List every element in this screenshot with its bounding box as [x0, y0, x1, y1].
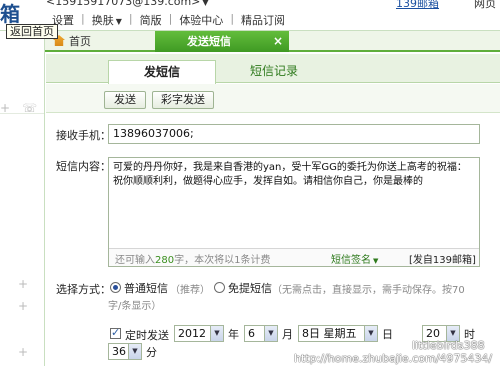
- minute-value: 36: [112, 345, 126, 358]
- chevron-down-icon: ▼: [115, 17, 122, 26]
- chevron-down-icon: ▼: [128, 344, 141, 359]
- color-sms-button[interactable]: 彩字发送: [152, 91, 214, 109]
- month-unit: 月: [282, 328, 293, 341]
- nav-experience[interactable]: 体验中心: [176, 12, 226, 28]
- message-footer: 还可输入280字，本次将以1条计费 短信签名 ▼ [发自139邮箱]: [109, 248, 479, 266]
- sub-tabs: 发短信 短信记录: [46, 54, 500, 84]
- tab-send-sms[interactable]: 发送短信 ×: [155, 31, 289, 52]
- sidebar-divider: [0, 113, 44, 114]
- counter-suffix: 字，本次将以1条计费: [174, 255, 271, 266]
- schedule-checkbox[interactable]: [110, 326, 121, 339]
- free-sms-hint-2: 字/条显示）: [108, 301, 162, 312]
- sidebar: + ☏ + + +: [0, 31, 45, 366]
- tab-home[interactable]: 首页: [53, 33, 153, 51]
- watermark-line1: littlebirds388: [412, 339, 485, 352]
- watermark-line2: http://home.zhubajie.com/4975434/: [294, 352, 493, 365]
- top-bar: 箱 <15915917073@139.com> ▼ 139邮箱 网页 设置 | 换…: [0, 0, 500, 31]
- tab-send-sms-sub[interactable]: 发短信: [108, 60, 216, 84]
- counter-prefix: 还可输入: [115, 255, 155, 266]
- minute-select[interactable]: 36 ▼: [108, 343, 142, 360]
- month-select[interactable]: 6 ▼: [244, 325, 278, 342]
- chevron-down-icon: ▼: [364, 326, 377, 341]
- normal-sms-label[interactable]: 普通短信: [124, 280, 168, 296]
- nav-skin[interactable]: 换肤 ▼: [89, 12, 125, 28]
- from-tag: [发自139邮箱]: [409, 255, 476, 266]
- free-sms-label[interactable]: 免提短信: [228, 280, 272, 296]
- tooltip-back-home: 返回首页: [6, 24, 58, 39]
- tab-bar: 首页 发送短信 ×: [45, 31, 500, 52]
- nav-simple[interactable]: 简版: [137, 12, 165, 28]
- tab-sms-records[interactable]: 短信记录: [236, 60, 312, 84]
- web-link[interactable]: 网页: [474, 0, 496, 11]
- close-icon[interactable]: ×: [273, 31, 283, 52]
- toolbar: 发送 彩字发送: [46, 84, 500, 113]
- char-counter: 还可输入280字，本次将以1条计费: [115, 251, 270, 266]
- day-select[interactable]: 8日 星期五 ▼: [298, 325, 378, 342]
- plus-icon[interactable]: +: [18, 278, 28, 290]
- radio-normal-sms[interactable]: [110, 282, 121, 293]
- tab-home-label: 首页: [69, 35, 91, 48]
- nav-divider: |: [230, 12, 235, 25]
- minute-unit: 分: [146, 346, 157, 359]
- recipient-input[interactable]: 13896037006;: [108, 124, 480, 144]
- nav-divider: |: [168, 12, 173, 25]
- content-label: 短信内容：: [56, 160, 111, 173]
- top-nav: 设置 | 换肤 ▼ | 简版 | 体验中心 | 精品订阅: [49, 12, 288, 28]
- message-text: 可爱的丹丹你好，我是来自香港的yan，受十军GG的委托为你送上高考的祝福：祝你顺…: [113, 162, 467, 187]
- account-label: <15915917073@139.com>: [46, 0, 201, 8]
- chevron-down-icon: ▼: [210, 326, 223, 341]
- mailbox-link[interactable]: 139邮箱: [396, 0, 439, 11]
- logo[interactable]: 箱: [0, 3, 22, 25]
- radio-free-sms[interactable]: [214, 282, 225, 293]
- chevron-down-icon: ▼: [373, 257, 379, 265]
- counter-number: 280: [155, 255, 175, 266]
- message-textarea[interactable]: 可爱的丹丹你好，我是来自香港的yan，受十军GG的委托为你送上高考的祝福：祝你顺…: [108, 157, 480, 267]
- year-unit: 年: [228, 328, 239, 341]
- signature-label: 短信签名: [331, 255, 371, 266]
- tab-send-sms-label: 发送短信: [187, 35, 231, 48]
- year-value: 2012: [178, 327, 206, 340]
- nav-subscribe[interactable]: 精品订阅: [238, 12, 288, 28]
- day-unit: 日: [382, 328, 393, 341]
- nav-skin-label: 换肤: [91, 14, 114, 27]
- signature-dropdown[interactable]: 短信签名 ▼: [331, 251, 378, 266]
- month-value: 6: [248, 327, 255, 340]
- send-button[interactable]: 发送: [104, 91, 146, 109]
- normal-sms-hint: （推荐）: [170, 285, 210, 296]
- nav-divider: |: [81, 12, 85, 25]
- schedule-label[interactable]: 定时发送: [125, 327, 169, 343]
- main-content: 发短信 短信记录 发送 彩字发送 接收手机： 13896037006; 短信内容…: [46, 54, 500, 366]
- recipient-label: 接收手机：: [56, 129, 111, 142]
- account-dropdown[interactable]: <15915917073@139.com> ▼: [46, 0, 209, 8]
- free-sms-hint: （无需点击，直接显示，需手动保存。按70: [272, 285, 465, 296]
- plus-icon[interactable]: +: [18, 346, 28, 358]
- day-value: 8日 星期五: [302, 327, 357, 340]
- chevron-down-icon: ▼: [202, 0, 209, 7]
- year-select[interactable]: 2012 ▼: [174, 325, 224, 342]
- nav-divider: |: [128, 12, 133, 25]
- plus-icon[interactable]: +: [18, 300, 28, 312]
- mode-label: 选择方式：: [56, 283, 111, 296]
- chevron-down-icon: ▼: [264, 326, 277, 341]
